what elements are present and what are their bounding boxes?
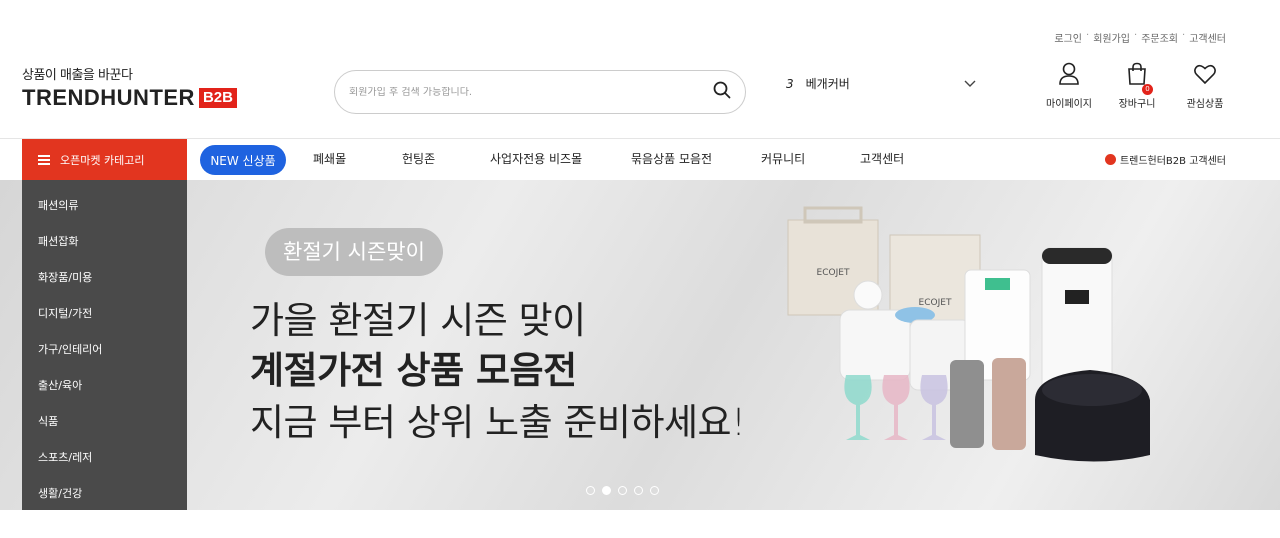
cart-label: 장바구니: [1118, 99, 1156, 110]
logo-slogan: 상품이 매출을 바꾼다: [22, 68, 133, 83]
product-image: ECOJET ECOJET: [787, 206, 1150, 462]
separator: ·: [1086, 30, 1090, 41]
nav-item-customer-center[interactable]: 고객센터: [860, 139, 904, 180]
sidebar-item-beauty[interactable]: 화장품/미용: [22, 260, 187, 296]
chevron-down-icon[interactable]: [964, 77, 976, 91]
hero-line-2: 계절가전 상품 모음전: [250, 349, 577, 392]
nav-item-biz-mall[interactable]: 사업자전용 비즈몰: [490, 139, 582, 180]
hero-line-3: 지금 부터 상위 노출 준비하세요!: [250, 401, 746, 444]
top-utility-links: 로그인 · 회원가입 · 주문조회 · 고객센터: [1054, 30, 1226, 45]
hero-banner[interactable]: 환절기 시즌맞이 가을 환절기 시즌 맞이 계절가전 상품 모음전 지금 부터 …: [0, 180, 1280, 510]
heart-icon: [1193, 62, 1217, 95]
separator: ·: [1182, 30, 1186, 41]
wishlist-label: 관심상품: [1186, 99, 1224, 110]
carousel-dot[interactable]: [650, 486, 659, 495]
mypage-label: 마이페이지: [1046, 99, 1092, 110]
wishlist-button[interactable]: 관심상품: [1182, 62, 1228, 110]
header-icon-links: 마이페이지 0 장바구니 관심상품: [1046, 62, 1228, 110]
nav-item-community[interactable]: 커뮤니티: [761, 139, 805, 180]
hamburger-icon: [38, 153, 50, 167]
signup-link[interactable]: 회원가입: [1093, 30, 1130, 45]
product-box-label: ECOJET: [817, 268, 850, 278]
site-logo[interactable]: 상품이 매출을 바꾼다 TRENDHUNTER B2B: [22, 64, 237, 111]
shopping-bag-icon: 0: [1126, 62, 1153, 95]
separator: ·: [1134, 30, 1138, 41]
customer-center-link[interactable]: 고객센터: [1189, 30, 1226, 45]
chat-bubble-icon: [1104, 154, 1116, 165]
sidebar-item-furniture[interactable]: 가구/인테리어: [22, 332, 187, 368]
carousel-indicator: [586, 486, 659, 495]
new-products-button[interactable]: NEW 신상품: [200, 145, 286, 175]
login-link[interactable]: 로그인: [1054, 30, 1082, 45]
search-input[interactable]: [349, 86, 713, 98]
carousel-dot[interactable]: [618, 486, 627, 495]
mypage-button[interactable]: 마이페이지: [1046, 62, 1092, 110]
category-menu-label: 오픈마켓 카테고리: [60, 153, 145, 167]
nav-item-closed-mall[interactable]: 폐쇄몰: [313, 139, 346, 180]
hero-badge: 환절기 시즌맞이: [265, 228, 443, 276]
cs-center-link[interactable]: 트렌드헌터B2B 고객센터: [1104, 139, 1226, 180]
carousel-dot[interactable]: [634, 486, 643, 495]
cart-count-badge: 0: [1142, 84, 1153, 95]
category-menu-button[interactable]: 오픈마켓 카테고리: [22, 139, 187, 180]
category-sidebar: 패션의류 패션잡화 화장품/미용 디지털/가전 가구/인테리어 출산/육아 식품…: [22, 180, 187, 510]
search-icon[interactable]: [713, 81, 731, 103]
popular-keyword-ticker[interactable]: 3 베개커버: [786, 75, 976, 92]
product-box-label: ECOJET: [919, 298, 952, 308]
sidebar-item-fashion[interactable]: 패션의류: [22, 188, 187, 224]
rank-keyword: 베개커버: [805, 77, 850, 91]
carousel-dot[interactable]: [586, 486, 595, 495]
rank-number: 3: [786, 76, 794, 91]
logo-b2b-badge: B2B: [198, 88, 237, 108]
sidebar-item-sports[interactable]: 스포츠/레저: [22, 440, 187, 476]
nav-item-bundle-sale[interactable]: 묶음상품 모음전: [631, 139, 712, 180]
nav-item-hunting-zone[interactable]: 헌팅존: [402, 139, 435, 180]
cart-button[interactable]: 0 장바구니: [1114, 62, 1160, 110]
main-navigation: 오픈마켓 카테고리 NEW 신상품 폐쇄몰 헌팅존 사업자전용 비즈몰 묶음상품…: [0, 139, 1280, 180]
search-bar: [334, 70, 746, 114]
logo-text: TRENDHUNTER: [22, 85, 195, 110]
sidebar-item-living[interactable]: 생활/건강: [22, 476, 187, 512]
order-lookup-link[interactable]: 주문조회: [1141, 30, 1178, 45]
sidebar-item-baby[interactable]: 출산/육아: [22, 368, 187, 404]
sidebar-item-food[interactable]: 식품: [22, 404, 187, 440]
sidebar-item-accessories[interactable]: 패션잡화: [22, 224, 187, 260]
cs-center-label: 트렌드헌터B2B 고객센터: [1119, 156, 1226, 167]
sidebar-item-digital[interactable]: 디지털/가전: [22, 296, 187, 332]
user-icon: [1058, 62, 1080, 95]
hero-line-1: 가을 환절기 시즌 맞이: [250, 299, 586, 342]
carousel-dot[interactable]: [602, 486, 611, 495]
